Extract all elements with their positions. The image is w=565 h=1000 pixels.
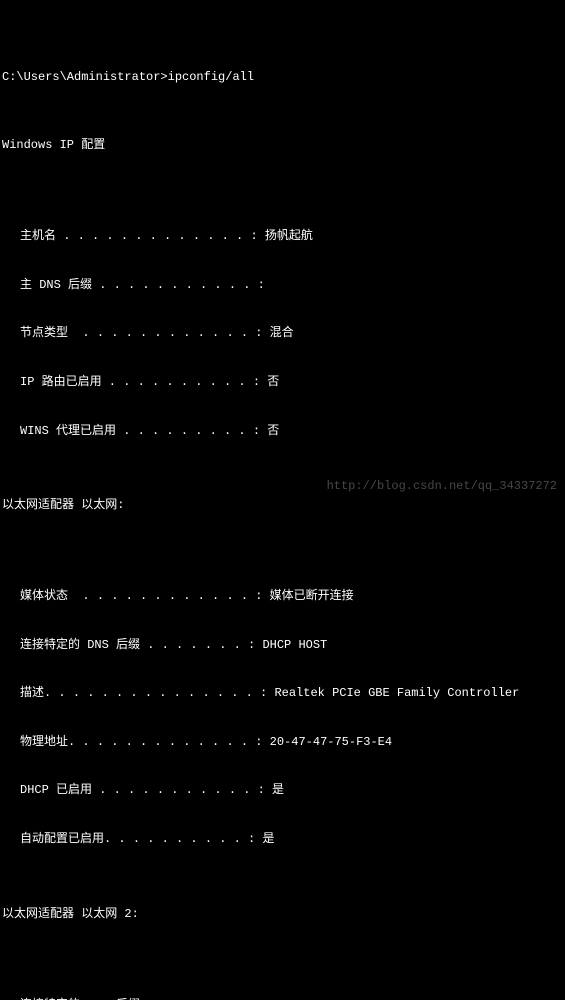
- dots: . . . . . . . :: [140, 637, 262, 653]
- row-primary-dns-suffix: 主 DNS 后缀 . . . . . . . . . . . :: [2, 277, 563, 293]
- command-prompt-line: C:\Users\Administrator>ipconfig/all: [2, 69, 563, 85]
- adapter1-block: 媒体状态 . . . . . . . . . . . . : 媒体已断开连接 连…: [2, 556, 563, 864]
- row-physical-addr: 物理地址. . . . . . . . . . . . . : 20-47-47…: [2, 734, 563, 750]
- dots: . . . . . . . :: [140, 997, 255, 1000]
- row-description: 描述. . . . . . . . . . . . . . . : Realte…: [2, 685, 563, 701]
- row-conn-dns-suffix2: 连接特定的 DNS 后缀 . . . . . . . :: [2, 997, 563, 1000]
- label: IP 路由已启用: [2, 374, 102, 390]
- value: 20-47-47-75-F3-E4: [270, 734, 392, 750]
- row-conn-dns-suffix: 连接特定的 DNS 后缀 . . . . . . . : DHCP HOST: [2, 637, 563, 653]
- section-windows-ip: Windows IP 配置: [2, 137, 563, 153]
- dots: . . . . . . . . . . . :: [92, 782, 272, 798]
- label: 连接特定的 DNS 后缀: [2, 997, 140, 1000]
- label: 连接特定的 DNS 后缀: [2, 637, 140, 653]
- row-wins-proxy: WINS 代理已启用 . . . . . . . . . : 否: [2, 423, 563, 439]
- label: 物理地址: [2, 734, 68, 750]
- dots: . . . . . . . . . . . . :: [68, 325, 270, 341]
- row-autoconfig: 自动配置已启用. . . . . . . . . . : 是: [2, 831, 563, 847]
- dots: . . . . . . . . . . :: [104, 831, 262, 847]
- row-hostname: 主机名 . . . . . . . . . . . . . : 扬帆起航: [2, 228, 563, 244]
- adapter2-title: 以太网适配器 以太网 2:: [2, 906, 563, 922]
- label: 主机名: [2, 228, 56, 244]
- value: Realtek PCIe GBE Family Controller: [274, 685, 519, 701]
- dots: . . . . . . . . . . . . . . . :: [44, 685, 274, 701]
- value: 否: [267, 374, 279, 390]
- value: 混合: [270, 325, 294, 341]
- label: 主 DNS 后缀: [2, 277, 92, 293]
- value: 扬帆起航: [265, 228, 313, 244]
- value: 否: [267, 423, 279, 439]
- label: WINS 代理已启用: [2, 423, 116, 439]
- dots: . . . . . . . . . . . . :: [68, 588, 270, 604]
- label: DHCP 已启用: [2, 782, 92, 798]
- general-block: 主机名 . . . . . . . . . . . . . : 扬帆起航 主 D…: [2, 196, 563, 455]
- label: 自动配置已启用: [2, 831, 104, 847]
- row-node-type: 节点类型 . . . . . . . . . . . . : 混合: [2, 325, 563, 341]
- row-ip-routing: IP 路由已启用 . . . . . . . . . . : 否: [2, 374, 563, 390]
- label: 媒体状态: [2, 588, 68, 604]
- dots: . . . . . . . . . . . . . :: [68, 734, 270, 750]
- dots: . . . . . . . . . . . :: [92, 277, 265, 293]
- dots: . . . . . . . . . . :: [102, 374, 268, 390]
- dots: . . . . . . . . . :: [116, 423, 267, 439]
- value: DHCP HOST: [262, 637, 327, 653]
- value: 媒体已断开连接: [270, 588, 354, 604]
- adapter2-block: 连接特定的 DNS 后缀 . . . . . . . : 描述. . . . .…: [2, 964, 563, 1000]
- row-dhcp-enabled: DHCP 已启用 . . . . . . . . . . . : 是: [2, 782, 563, 798]
- value: 是: [272, 782, 284, 798]
- label: 描述: [2, 685, 44, 701]
- label: 节点类型: [2, 325, 68, 341]
- watermark: http://blog.csdn.net/qq_34337272: [327, 478, 557, 494]
- row-media-state: 媒体状态 . . . . . . . . . . . . : 媒体已断开连接: [2, 588, 563, 604]
- value: 是: [262, 831, 274, 847]
- dots: . . . . . . . . . . . . . :: [56, 228, 265, 244]
